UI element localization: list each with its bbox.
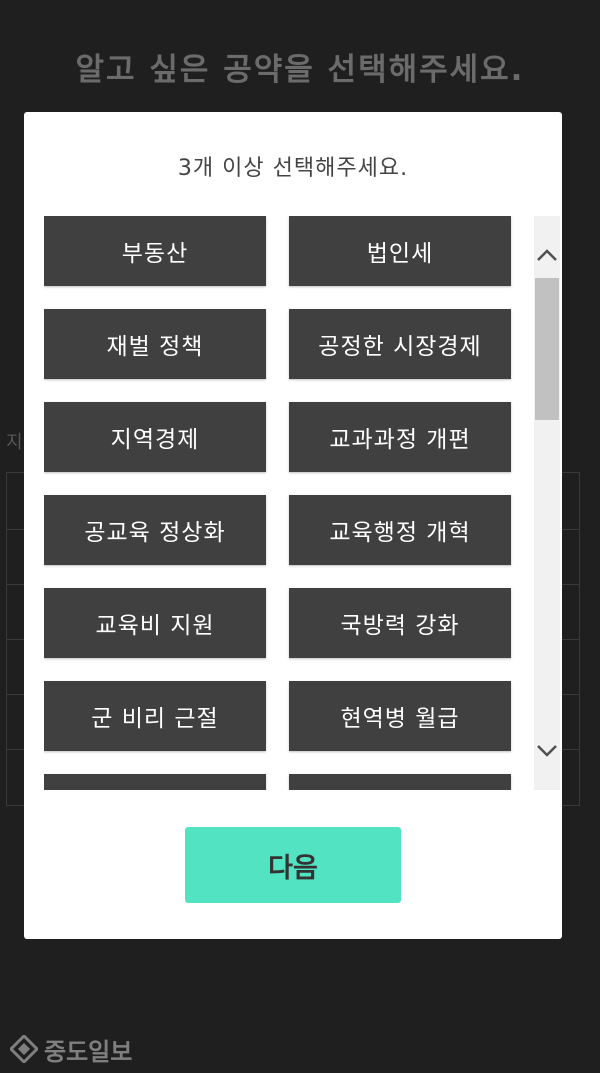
option-soldier-salary[interactable]: 현역병 월급: [289, 681, 511, 751]
page-title: 알고 싶은 공약을 선택해주세요.: [75, 52, 525, 88]
option-defense-strengthening[interactable]: 국방력 강화: [289, 588, 511, 658]
scroll-up-button[interactable]: [534, 242, 560, 268]
selection-modal: 3개 이상 선택해주세요. 부동산 법인세 재벌 정책 공정한 시장경제 지역경…: [24, 112, 562, 939]
option-partial-2[interactable]: [289, 774, 511, 790]
option-education-admin-reform[interactable]: 교육행정 개혁: [289, 495, 511, 565]
background-label: 지: [6, 432, 23, 453]
chevron-up-icon: [537, 249, 557, 261]
options-scrollbar[interactable]: [534, 216, 560, 790]
modal-subtitle: 3개 이상 선택해주세요.: [177, 156, 409, 181]
watermark: 중도일보: [10, 1032, 132, 1066]
option-curriculum-reform[interactable]: 교과과정 개편: [289, 402, 511, 472]
option-chaebol-policy[interactable]: 재벌 정책: [44, 309, 266, 379]
option-corporate-tax[interactable]: 법인세: [289, 216, 511, 286]
option-fair-market-economy[interactable]: 공정한 시장경제: [289, 309, 511, 379]
logo-diamond-icon: [10, 1035, 38, 1063]
scroll-down-button[interactable]: [534, 738, 560, 764]
option-military-corruption[interactable]: 군 비리 근절: [44, 681, 266, 751]
watermark-text: 중도일보: [44, 1037, 133, 1066]
option-public-education[interactable]: 공교육 정상화: [44, 495, 266, 565]
option-partial-1[interactable]: [44, 774, 266, 790]
option-real-estate[interactable]: 부동산: [44, 216, 266, 286]
options-list[interactable]: 부동산 법인세 재벌 정책 공정한 시장경제 지역경제 교과과정 개편 공교육 …: [44, 216, 534, 790]
next-button[interactable]: 다음: [185, 827, 401, 903]
option-regional-economy[interactable]: 지역경제: [44, 402, 266, 472]
option-education-cost-support[interactable]: 교육비 지원: [44, 588, 266, 658]
scroll-thumb[interactable]: [535, 278, 559, 420]
chevron-down-icon: [537, 745, 557, 757]
